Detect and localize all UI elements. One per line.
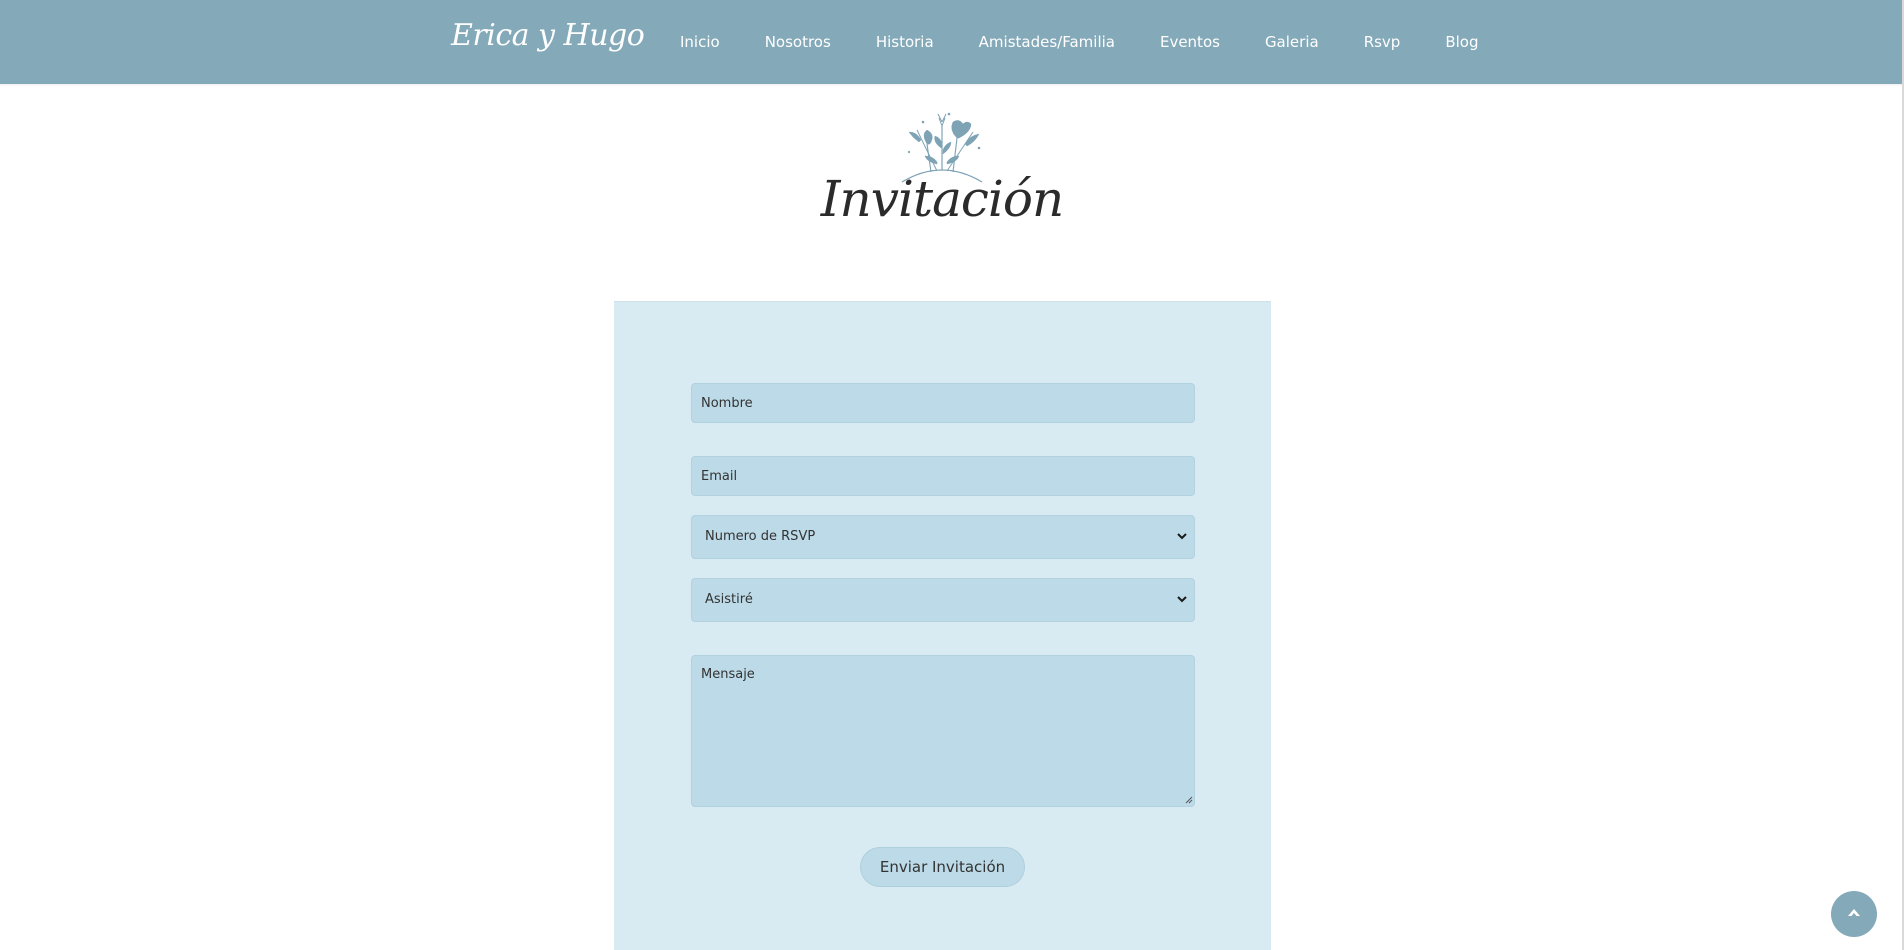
site-header: Erica y Hugo Inicio Nosotros Historia Am…	[0, 0, 1904, 84]
nav-item-galeria[interactable]: Galeria	[1265, 33, 1319, 51]
message-textarea[interactable]	[691, 655, 1195, 807]
name-input[interactable]	[691, 383, 1195, 423]
rsvp-count-select[interactable]: Numero de RSVP	[691, 515, 1195, 559]
chevron-down-icon	[1177, 533, 1187, 540]
nav-item-inicio[interactable]: Inicio	[680, 33, 720, 51]
attendance-select[interactable]: Asistiré	[691, 578, 1195, 622]
nav-item-nosotros[interactable]: Nosotros	[765, 33, 831, 51]
section-title: Invitación	[820, 170, 1064, 228]
nav-item-amistades-familia[interactable]: Amistades/Familia	[979, 33, 1115, 51]
email-input[interactable]	[691, 456, 1195, 496]
page: Erica y Hugo Inicio Nosotros Historia Am…	[0, 0, 1904, 950]
nav-item-historia[interactable]: Historia	[876, 33, 934, 51]
invitation-form: Numero de RSVP Asistiré Enviar Invitació…	[614, 301, 1271, 950]
nav-item-rsvp[interactable]: Rsvp	[1364, 33, 1401, 51]
arrow-up-icon	[1848, 909, 1860, 916]
send-invitation-button[interactable]: Enviar Invitación	[860, 847, 1025, 887]
site-brand[interactable]: Erica y Hugo	[451, 18, 645, 53]
resize-grip-icon[interactable]	[1183, 794, 1193, 804]
scroll-to-top-button[interactable]	[1831, 891, 1877, 937]
nav-item-eventos[interactable]: Eventos	[1160, 33, 1220, 51]
nav-item-blog[interactable]: Blog	[1445, 33, 1478, 51]
chevron-down-icon	[1177, 596, 1187, 603]
attendance-value: Asistiré	[705, 592, 753, 607]
main-nav: Inicio Nosotros Historia Amistades/Famil…	[680, 0, 1479, 84]
rsvp-count-value: Numero de RSVP	[705, 529, 816, 544]
